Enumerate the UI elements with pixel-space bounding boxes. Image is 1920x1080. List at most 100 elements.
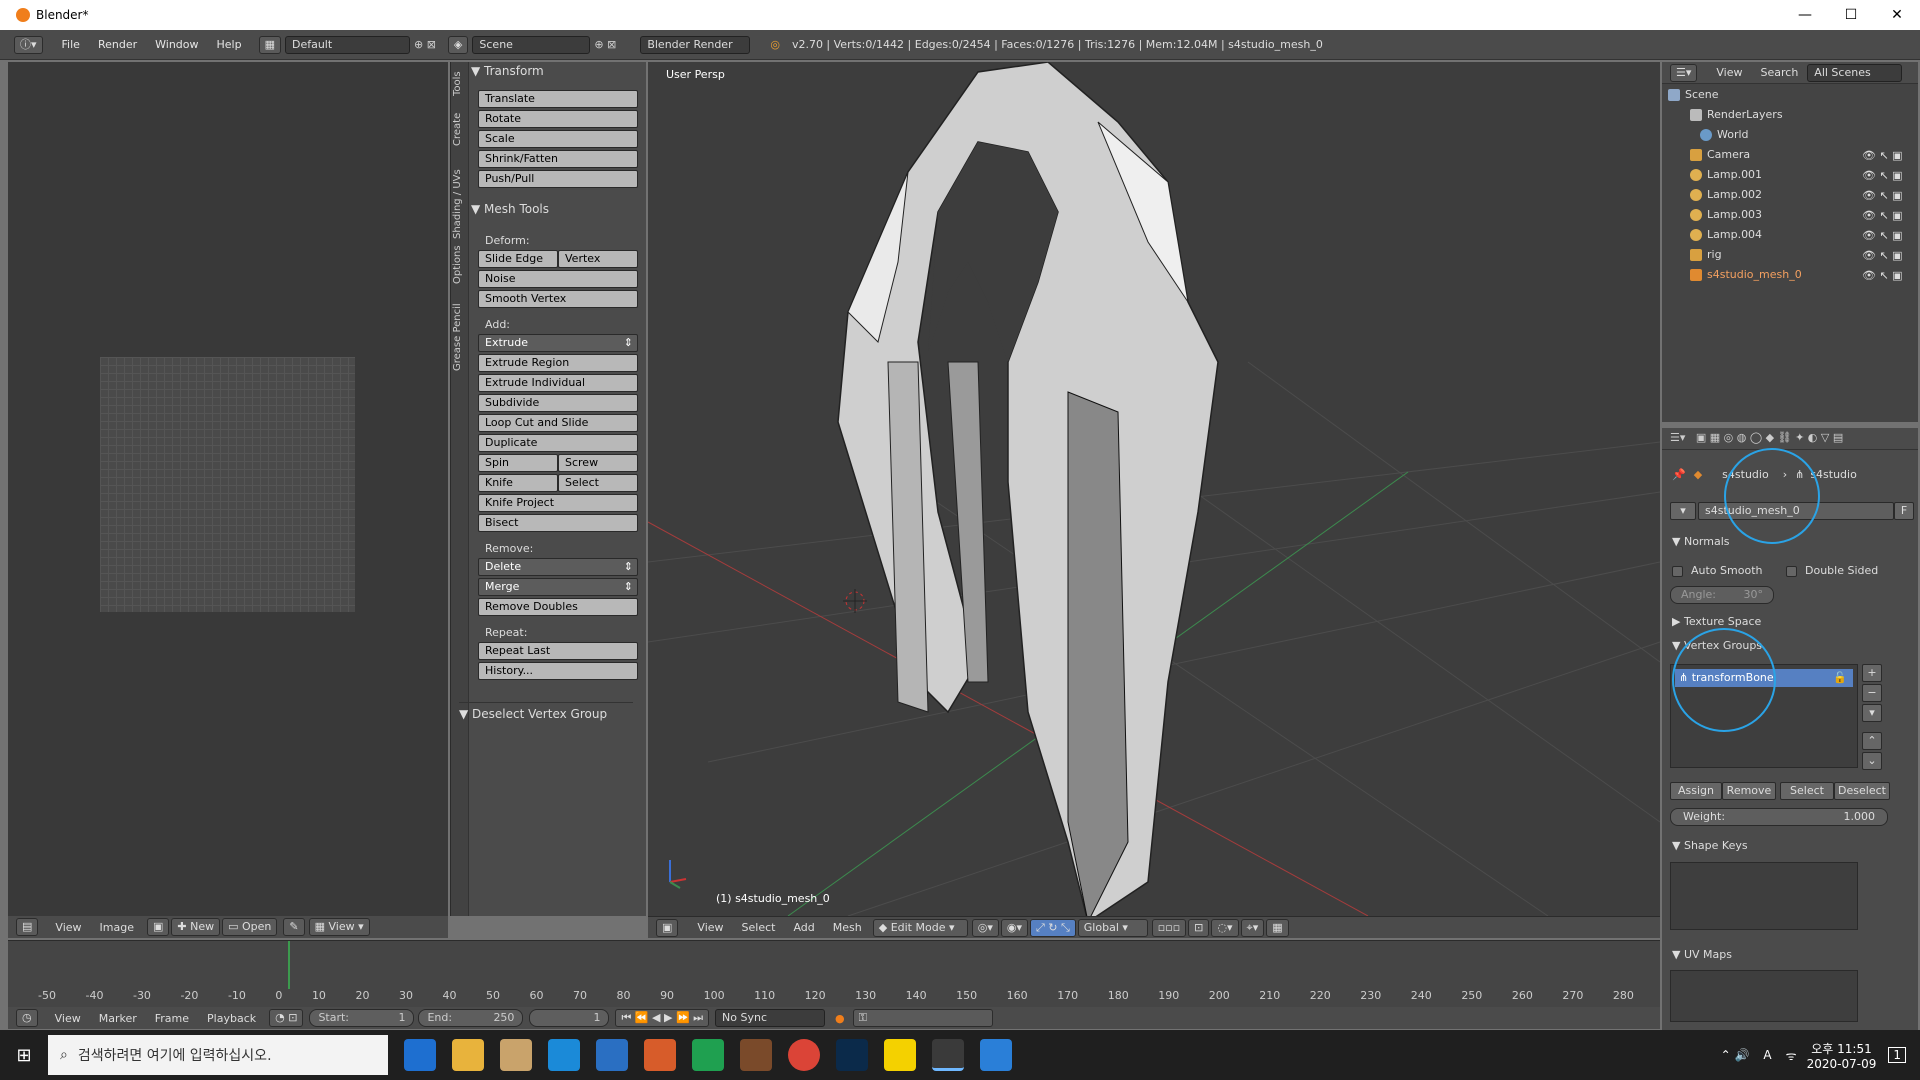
subdivide-button[interactable]: Subdivide — [478, 394, 638, 412]
transform-panel-header[interactable]: ▼ Transform — [471, 64, 645, 78]
playback-controls-icon[interactable]: ⏮ ⏪ ◀ ▶ ⏩ ⏭ — [615, 1009, 710, 1027]
3d-viewport[interactable]: User Persp (1) s4studio_mesh_0 — [648, 62, 1660, 916]
pin-icon[interactable]: 📌 — [1672, 468, 1686, 481]
photoshop-icon[interactable] — [836, 1039, 868, 1071]
chrome-icon[interactable] — [788, 1039, 820, 1071]
auto-smooth-checkbox[interactable]: Auto Smooth — [1672, 564, 1762, 577]
mesh-tools-panel-header[interactable]: ▼ Mesh Tools — [471, 202, 645, 216]
scene-selector[interactable]: Scene — [472, 35, 591, 54]
internet-explorer-icon[interactable] — [548, 1039, 580, 1071]
double-sided-checkbox[interactable]: Double Sided — [1786, 564, 1878, 577]
fake-user-button[interactable]: F — [1894, 502, 1914, 520]
extrude-menu[interactable]: Extrude ⇕ — [478, 334, 638, 352]
outliner-item-mesh[interactable]: s4studio_mesh_0 — [1690, 266, 1802, 284]
app-icon[interactable] — [980, 1039, 1012, 1071]
manipulator-icon[interactable]: ⤢ ↻ ⤡ — [1029, 918, 1076, 937]
shape-keys-list[interactable] — [1670, 862, 1858, 930]
render-engine-selector[interactable]: Blender Render — [640, 35, 751, 54]
menu-view[interactable]: View — [688, 921, 732, 934]
tab-grease-pencil[interactable]: Grease Pencil — [452, 297, 468, 377]
select-mode-icon[interactable]: ▫▫▫ — [1151, 918, 1187, 937]
outliner-item-lamp002[interactable]: Lamp.002 — [1690, 186, 1762, 204]
kakaotalk-icon[interactable] — [884, 1039, 916, 1071]
transform-orientation-selector[interactable]: Global ▾ — [1077, 918, 1148, 937]
uv-maps-list[interactable] — [1670, 970, 1858, 1022]
app-icon[interactable] — [692, 1039, 724, 1071]
remove-button[interactable]: Remove — [1722, 782, 1776, 800]
app-icon[interactable] — [500, 1039, 532, 1071]
outliner-item-lamp003[interactable]: Lamp.003 — [1690, 206, 1762, 224]
file-explorer-icon[interactable] — [452, 1039, 484, 1071]
tab-create[interactable]: Create — [452, 107, 468, 152]
translate-button[interactable]: Translate — [478, 90, 638, 108]
menu-render[interactable]: Render — [89, 38, 146, 51]
menu-add[interactable]: Add — [784, 921, 823, 934]
knife-button[interactable]: Knife — [478, 474, 558, 492]
occlude-icon[interactable]: ⊡ — [1188, 918, 1210, 937]
menu-view[interactable]: View — [46, 1012, 90, 1025]
timeline[interactable]: -50 -40 -30 -20 -10 0 10 20 30 40 50 60 70 80 90 100 110… — [8, 940, 1660, 1007]
blender-taskbar-icon[interactable] — [932, 1039, 964, 1071]
remove-doubles-button[interactable]: Remove Doubles — [478, 598, 638, 616]
loop-cut-button[interactable]: Loop Cut and Slide — [478, 414, 638, 432]
scene-icon[interactable]: ◈ — [447, 35, 469, 54]
proportional-edit-icon[interactable]: ◌▾ — [1211, 918, 1239, 937]
smooth-vertex-button[interactable]: Smooth Vertex — [478, 290, 638, 308]
history-button[interactable]: History... — [478, 662, 638, 680]
menu-image[interactable]: Image — [91, 921, 143, 934]
assign-button[interactable]: Assign — [1670, 782, 1722, 800]
outliner-item-camera[interactable]: Camera — [1690, 146, 1750, 164]
outliner-item-lamp004[interactable]: Lamp.004 — [1690, 226, 1762, 244]
new-image-button[interactable]: ✚ New — [171, 918, 221, 936]
menu-playback[interactable]: Playback — [198, 1012, 265, 1025]
knife-select-button[interactable]: Select — [558, 474, 638, 492]
ime-indicator[interactable]: A — [1763, 1048, 1771, 1062]
outliner-item-scene[interactable]: Scene — [1668, 86, 1719, 104]
menu-view[interactable]: View — [46, 921, 90, 934]
deselect-button[interactable]: Deselect — [1834, 782, 1890, 800]
normals-panel-header[interactable]: ▼ Normals — [1672, 535, 1730, 548]
network-icon[interactable]: ᯤ — [1786, 1047, 1797, 1064]
store-icon[interactable] — [596, 1039, 628, 1071]
properties-context-tabs[interactable]: ☰▾ ▣ ▦ ◎ ◍ ◯ ◆ ⛓ ✦ ◐ ▽ ▤ — [1662, 428, 1918, 450]
add-vertex-group-button[interactable]: + — [1862, 664, 1882, 682]
mesh-browse-icon[interactable]: ▾ — [1670, 502, 1696, 520]
move-up-button[interactable]: ⌃ — [1862, 732, 1882, 750]
noise-button[interactable]: Noise — [478, 270, 638, 288]
view-mode-selector[interactable]: ▦ View ▾ — [308, 918, 370, 936]
menu-marker[interactable]: Marker — [90, 1012, 146, 1025]
tray-icons[interactable]: ⌃ 🔊 — [1721, 1048, 1750, 1062]
mode-selector[interactable]: ◆ Edit Mode ▾ — [872, 918, 968, 937]
tab-tools[interactable]: Tools — [452, 68, 468, 100]
texture-space-panel-header[interactable]: ▶ Texture Space — [1672, 615, 1761, 628]
delete-menu[interactable]: Delete ⇕ — [478, 558, 638, 576]
rotate-button[interactable]: Rotate — [478, 110, 638, 128]
menu-frame[interactable]: Frame — [146, 1012, 198, 1025]
add-layout-icon[interactable]: ⊕ ⊠ — [414, 38, 436, 51]
preview-range-icon[interactable]: ◔ ⊡ — [269, 1009, 304, 1027]
auto-smooth-angle-field[interactable]: Angle: 30° — [1670, 586, 1774, 604]
remove-vertex-group-button[interactable]: − — [1862, 684, 1882, 702]
sync-selector[interactable]: No Sync — [715, 1009, 826, 1027]
breadcrumb-data[interactable]: s4studio — [1810, 468, 1857, 481]
add-scene-icon[interactable]: ⊕ ⊠ — [594, 38, 616, 51]
menu-window[interactable]: Window — [146, 38, 207, 51]
select-button[interactable]: Select — [1780, 782, 1834, 800]
outliner-item-lamp001[interactable]: Lamp.001 — [1690, 166, 1762, 184]
menu-file[interactable]: File — [53, 38, 89, 51]
current-frame-field[interactable]: 1 — [529, 1009, 610, 1027]
outliner-item-rig[interactable]: rig — [1690, 246, 1722, 264]
extrude-individual-button[interactable]: Extrude Individual — [478, 374, 638, 392]
lock-icon[interactable]: 🔓 — [1833, 669, 1847, 687]
editor-type-icon[interactable]: ☰▾ — [1670, 63, 1698, 82]
slide-vertex-button[interactable]: Vertex — [558, 250, 638, 268]
shape-keys-panel-header[interactable]: ▼ Shape Keys — [1672, 839, 1748, 852]
push-pull-button[interactable]: Push/Pull — [478, 170, 638, 188]
menu-mesh[interactable]: Mesh — [824, 921, 871, 934]
layout-selector[interactable]: Default — [284, 35, 410, 54]
viewport-shading-icon[interactable]: ◎▾ — [971, 918, 999, 937]
repeat-last-button[interactable]: Repeat Last — [478, 642, 638, 660]
operator-panel-header[interactable]: ▼ Deselect Vertex Group — [459, 702, 633, 721]
editor-type-icon[interactable]: ⓘ▾ — [14, 35, 43, 54]
display-mode-selector[interactable]: All Scenes — [1807, 63, 1903, 82]
